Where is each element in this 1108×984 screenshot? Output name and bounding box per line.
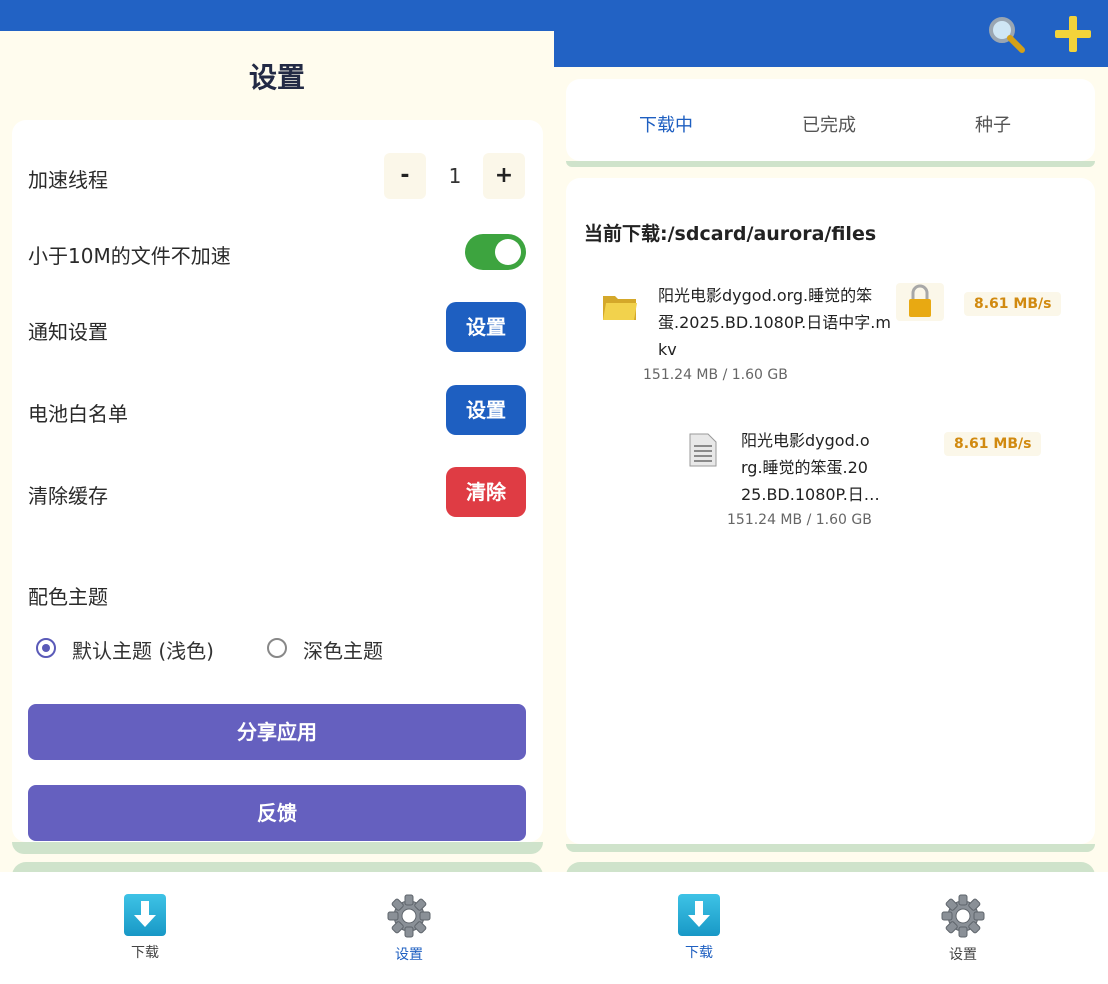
cache-label: 清除缓存	[28, 484, 108, 508]
threads-increment-button[interactable]: +	[483, 153, 525, 199]
file-name-line[interactable]: kv	[658, 336, 677, 363]
notify-label: 通知设置	[28, 320, 108, 344]
download-icon	[678, 894, 720, 936]
file-name-line[interactable]: 蛋.2025.BD.1080P.日语中字.m	[658, 309, 891, 336]
feedback-button[interactable]: 反馈	[28, 785, 526, 841]
file-size: 151.24 MB / 1.60 GB	[643, 367, 788, 383]
nav-settings[interactable]: 设置	[369, 894, 449, 964]
search-icon[interactable]	[986, 14, 1026, 54]
download-speed: 8.61 MB/s	[944, 432, 1042, 456]
nav-settings[interactable]: 设置	[923, 894, 1003, 964]
card-shadow	[566, 161, 1095, 167]
tab-torrents[interactable]: 种子	[933, 111, 1053, 137]
downloads-panel: 下载中 已完成 种子 当前下载:/sdcard/aurora/files 阳光电…	[554, 0, 1108, 984]
theme-dark-radio[interactable]	[267, 638, 287, 658]
theme-light-radio[interactable]	[36, 638, 56, 658]
battery-label: 电池白名单	[28, 402, 128, 426]
threads-value: 1	[448, 164, 462, 188]
nav-download[interactable]: 下载	[659, 894, 739, 962]
file-name-line[interactable]: 25.BD.1080P.日…	[741, 481, 880, 508]
nav-settings-label: 设置	[949, 947, 977, 963]
clear-cache-button[interactable]: 清除	[446, 467, 526, 517]
nav-download-label: 下载	[685, 945, 713, 961]
threads-decrement-button[interactable]: -	[384, 153, 426, 199]
small-file-toggle[interactable]	[465, 234, 526, 270]
threads-label: 加速线程	[28, 168, 108, 192]
file-name-line[interactable]: rg.睡觉的笨蛋.20	[741, 454, 868, 481]
download-speed: 8.61 MB/s	[964, 292, 1062, 316]
nav-settings-label: 设置	[395, 947, 423, 963]
theme-dark-label[interactable]: 深色主题	[303, 635, 383, 664]
file-size: 151.24 MB / 1.60 GB	[727, 512, 872, 528]
theme-light-label[interactable]: 默认主题 (浅色)	[72, 635, 214, 664]
notify-settings-button[interactable]: 设置	[446, 302, 526, 352]
toggle-knob	[495, 239, 521, 265]
bottom-nav: 下载 设置	[554, 872, 1108, 984]
app-bar	[554, 0, 1108, 67]
file-name-line[interactable]: 阳光电影dygod.org.睡觉的笨	[658, 282, 872, 309]
current-path: 当前下载:/sdcard/aurora/files	[584, 223, 877, 245]
nav-download[interactable]: 下载	[105, 894, 185, 962]
settings-panel: 设置 加速线程 - 1 + 小于10M的文件不加速 通知设置 设置 电池白名单 …	[0, 0, 554, 984]
document-icon	[688, 432, 718, 468]
lock-icon[interactable]	[896, 283, 944, 321]
nav-download-label: 下载	[131, 945, 159, 961]
add-icon[interactable]	[1053, 14, 1093, 54]
small-file-label: 小于10M的文件不加速	[28, 244, 231, 268]
card-shadow	[12, 842, 543, 854]
gear-icon	[387, 894, 431, 938]
page-title: 设置	[248, 61, 305, 94]
download-list: 当前下载:/sdcard/aurora/files 阳光电影dygod.org.…	[566, 178, 1095, 844]
tab-downloading[interactable]: 下载中	[606, 111, 726, 137]
bottom-nav: 下载 设置	[0, 872, 554, 984]
tabs-card: 下载中 已完成 种子	[566, 79, 1095, 161]
file-name-line[interactable]: 阳光电影dygod.o	[741, 427, 870, 454]
tab-completed[interactable]: 已完成	[769, 111, 889, 137]
share-app-button[interactable]: 分享应用	[28, 704, 526, 760]
folder-icon	[602, 292, 638, 322]
gear-icon	[941, 894, 985, 938]
battery-whitelist-button[interactable]: 设置	[446, 385, 526, 435]
download-icon	[124, 894, 166, 936]
card-shadow	[566, 844, 1095, 852]
theme-label: 配色主题	[28, 585, 108, 609]
status-bar	[0, 0, 554, 31]
